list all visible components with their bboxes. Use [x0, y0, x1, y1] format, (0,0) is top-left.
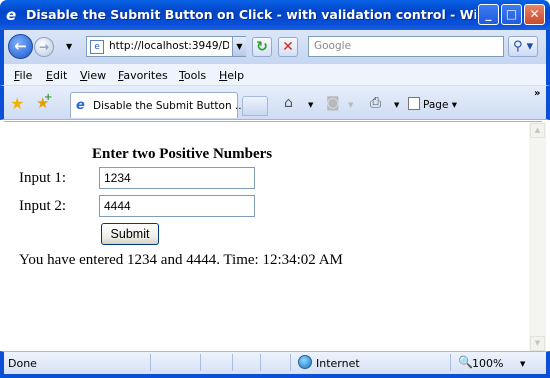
back-arrow-icon: ← [14, 37, 27, 55]
tab-active[interactable]: e Disable the Submit Button ... [70, 92, 245, 118]
page-content: Enter two Positive Numbers Input 1: 1234… [4, 121, 546, 352]
menu-bar: File Edit View Favorites Tools Help [0, 64, 550, 86]
page-icon: e [90, 40, 104, 54]
home-dropdown-icon[interactable]: ▼ [308, 101, 313, 109]
maximize-button[interactable]: □ [501, 4, 522, 25]
add-favorites-icon[interactable]: ★ [36, 92, 53, 112]
status-divider [260, 354, 261, 371]
maximize-icon: □ [505, 7, 518, 21]
status-divider [450, 354, 451, 371]
status-divider [232, 354, 233, 371]
window-title: Disable the Submit Button on Click - wit… [26, 7, 476, 22]
feeds-dropdown-icon[interactable]: ▼ [348, 101, 353, 109]
tab-bar: ★ ★ e Disable the Submit Button ... ⌂ ▼ … [0, 86, 550, 120]
stop-button[interactable]: ✕ [278, 37, 298, 57]
page-menu-label: Page [423, 99, 449, 111]
scroll-up-icon[interactable]: ▲ [530, 123, 545, 138]
toolbar-overflow-icon[interactable]: » [534, 88, 540, 99]
feeds-icon[interactable]: ◙ [326, 95, 340, 111]
ie-icon: e [6, 6, 17, 24]
zoom-dropdown-icon[interactable]: ▼ [520, 360, 525, 368]
menu-edit[interactable]: Edit [46, 69, 67, 82]
refresh-button[interactable]: ↻ [252, 37, 272, 57]
recent-pages-dropdown-icon[interactable]: ▼ [66, 42, 72, 51]
minimize-button[interactable]: _ [478, 4, 499, 25]
title-bar: e Disable the Submit Button on Click - w… [0, 0, 550, 30]
input1-field[interactable]: 1234 [99, 167, 255, 189]
vertical-scrollbar[interactable]: ▲ ▼ [529, 122, 546, 352]
status-divider [290, 354, 291, 371]
search-button[interactable]: ⚲ ▾ [508, 36, 538, 57]
address-dropdown-icon[interactable]: ▼ [232, 37, 246, 56]
menu-favorites[interactable]: Favorites [118, 69, 168, 82]
tab-page-icon: e [76, 98, 85, 113]
status-bar: Done Internet 🔍 100% ▼ [0, 351, 550, 378]
favorites-star-icon[interactable]: ★ [10, 94, 24, 113]
menu-help[interactable]: Help [219, 69, 244, 82]
address-bar[interactable]: e http://localhost:3949/Di ▼ [86, 36, 246, 57]
print-dropdown-icon[interactable]: ▼ [394, 101, 399, 109]
scroll-down-icon[interactable]: ▼ [530, 336, 545, 351]
print-icon[interactable]: ⎙ [370, 95, 381, 111]
status-text: Done [8, 357, 37, 370]
tab-title: Disable the Submit Button ... [93, 100, 245, 112]
minimize-icon: _ [485, 7, 492, 21]
input2-label: Input 2: [19, 198, 67, 214]
zoom-icon[interactable]: 🔍 [458, 355, 473, 369]
forward-button[interactable]: → [34, 37, 54, 57]
refresh-icon: ↻ [256, 39, 268, 55]
menu-view[interactable]: View [80, 69, 106, 82]
input1-label: Input 1: [19, 170, 67, 186]
page-menu-icon [408, 97, 420, 110]
status-divider [150, 354, 151, 371]
search-placeholder: Google [314, 40, 352, 52]
menu-tools[interactable]: Tools [179, 69, 206, 82]
new-tab-button[interactable] [242, 96, 268, 116]
zoom-level[interactable]: 100% [472, 357, 503, 370]
menu-file[interactable]: File [14, 69, 32, 82]
home-icon[interactable]: ⌂ [284, 95, 293, 111]
globe-icon [298, 355, 312, 369]
search-icon: ⚲ ▾ [513, 39, 534, 54]
submit-button[interactable]: Submit [101, 223, 159, 245]
forward-arrow-icon: → [38, 40, 50, 54]
navigation-bar: ← → ▼ e http://localhost:3949/Di ▼ ↻ ✕ G… [0, 30, 550, 64]
input2-field[interactable]: 4444 [99, 195, 255, 217]
form-heading: Enter two Positive Numbers [92, 146, 273, 162]
back-button[interactable]: ← [8, 34, 33, 59]
result-message: You have entered 1234 and 4444. Time: 12… [19, 252, 343, 268]
close-icon: ✕ [529, 7, 540, 21]
status-divider [200, 354, 201, 371]
close-button[interactable]: ✕ [524, 4, 545, 25]
page-menu-button[interactable]: Page ▾ [408, 97, 457, 111]
security-zone: Internet [316, 357, 360, 370]
stop-icon: ✕ [282, 39, 294, 55]
search-input[interactable]: Google [308, 36, 504, 57]
address-url[interactable]: http://localhost:3949/Di [109, 40, 229, 52]
